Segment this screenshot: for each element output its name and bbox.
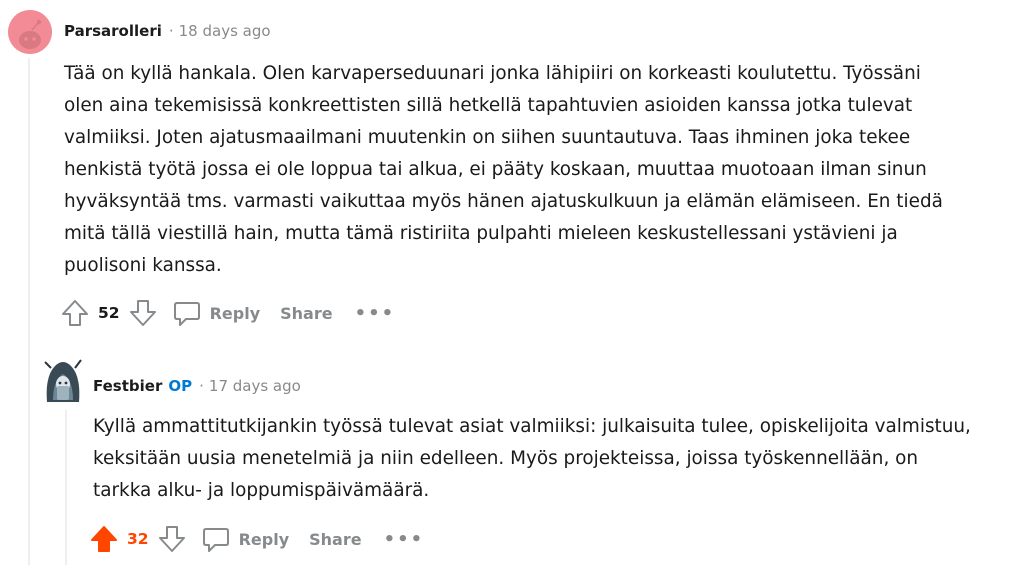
- comment-line: Tää on kyllä hankala. Olen karvaperseduu…: [64, 63, 921, 84]
- snoo-avatar-icon: [8, 10, 52, 54]
- comment-line: hyväksyntää tms. varmasti vaikuttaa myös…: [64, 191, 943, 212]
- comment-line: puolisoni kanssa.: [64, 255, 222, 276]
- author-name[interactable]: Parsarolleri: [64, 22, 162, 40]
- hooded-avatar-icon: [44, 359, 82, 402]
- downvote-button[interactable]: [157, 524, 187, 554]
- separator-dot: ·: [168, 22, 174, 40]
- comment-body: Tää on kyllä hankala. Olen karvaperseduu…: [64, 58, 943, 282]
- comment-line: mitä tällä viestillä hain, mutta tämä ri…: [64, 223, 898, 244]
- upvote-button[interactable]: [60, 298, 90, 328]
- downvote-arrow-icon: [129, 300, 156, 326]
- downvote-arrow-icon: [158, 526, 185, 552]
- comment-line: keksitään uusia menetelmiä ja niin edell…: [93, 448, 919, 469]
- upvote-arrow-icon: [62, 300, 88, 326]
- share-label: Share: [280, 303, 333, 323]
- downvote-button[interactable]: [128, 298, 158, 328]
- op-badge: OP: [168, 377, 193, 395]
- comment-reply: Festbier OP · 17 days ago Kyllä ammattit…: [0, 340, 1032, 565]
- share-button[interactable]: Share: [280, 304, 332, 323]
- comment-line: olen aina tekemisissä konkreettisten sil…: [64, 95, 913, 116]
- comment-actions: 52 Reply Share •••: [60, 295, 395, 331]
- avatar[interactable]: [41, 354, 85, 404]
- timestamp[interactable]: 18 days ago: [179, 22, 271, 40]
- comment-line: henkistä työtä jossa ei ole loppua tai a…: [64, 159, 927, 180]
- comment-line: valmiiksi. Joten ajatusmaailmani muutenk…: [64, 127, 911, 148]
- comment-bubble-icon: [202, 528, 229, 552]
- comment-body: Kyllä ammattitutkijankin työssä tulevat …: [93, 411, 971, 507]
- more-options-icon[interactable]: •••: [384, 529, 425, 550]
- comment-meta: Parsarolleri · 18 days ago: [64, 22, 271, 40]
- more-options-icon[interactable]: •••: [355, 303, 396, 324]
- vote-score: 52: [98, 304, 120, 322]
- share-button[interactable]: Share: [309, 530, 361, 549]
- avatar[interactable]: [8, 10, 52, 54]
- comment-line: tarkka alku- ja loppumispäivämäärä.: [93, 480, 430, 501]
- timestamp[interactable]: 17 days ago: [209, 377, 301, 395]
- separator-dot: ·: [199, 377, 204, 395]
- upvote-button[interactable]: [89, 524, 119, 554]
- reply-button[interactable]: Reply: [201, 524, 290, 554]
- reply-label: Reply: [238, 529, 290, 549]
- author-name[interactable]: Festbier: [93, 377, 162, 395]
- comment-bubble-icon: [173, 302, 200, 326]
- comment-line: Kyllä ammattitutkijankin työssä tulevat …: [93, 416, 971, 437]
- reply-label: Reply: [209, 303, 261, 323]
- comment: Parsarolleri · 18 days ago Tää on kyllä …: [0, 0, 1032, 340]
- comment-actions: 32 Reply Share •••: [89, 521, 424, 557]
- share-label: Share: [309, 529, 362, 549]
- comment-meta: Festbier OP · 17 days ago: [93, 377, 301, 395]
- upvote-arrow-icon: [91, 526, 117, 552]
- reply-button[interactable]: Reply: [172, 298, 261, 328]
- vote-score: 32: [127, 530, 149, 548]
